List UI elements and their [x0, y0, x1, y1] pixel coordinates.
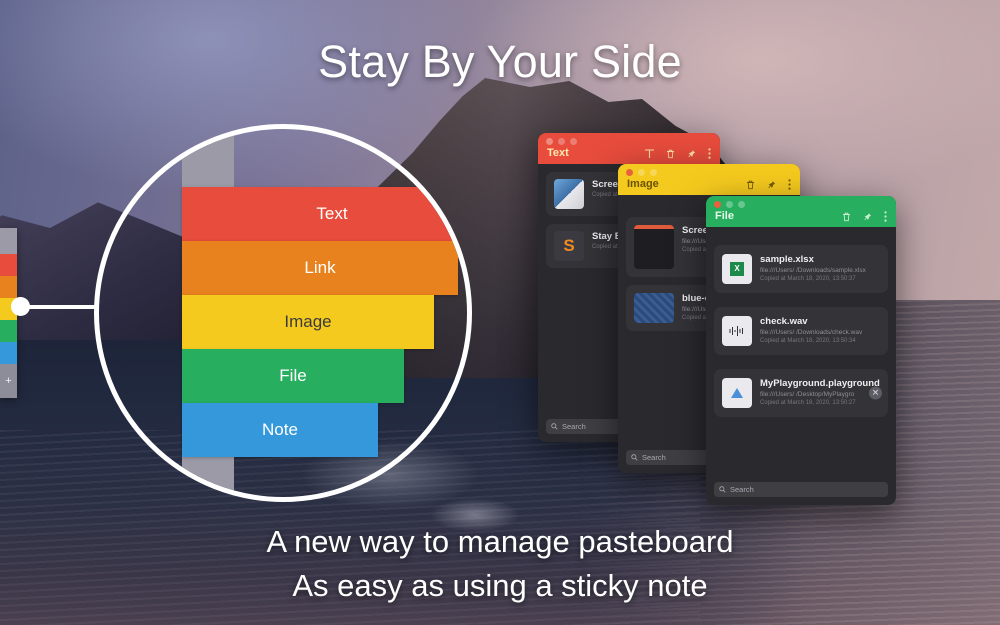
item-title: MyPlayground.playground — [760, 378, 880, 389]
traffic-lights-file[interactable] — [714, 201, 745, 208]
minimize-button[interactable] — [638, 169, 645, 176]
edge-tab-text[interactable] — [0, 254, 17, 276]
close-button[interactable] — [714, 201, 721, 208]
magnifier-content: Text Link Image File Note — [99, 129, 467, 497]
magnified-tab-link-label: Link — [304, 258, 336, 277]
item-text: check.wav file:///Users/ /Downloads/chec… — [760, 316, 880, 344]
magnifier-connector-line — [22, 305, 98, 309]
page-title: Stay By Your Side — [318, 36, 682, 87]
item-title: check.wav — [760, 316, 808, 327]
magnified-tab-note-label: Note — [262, 420, 298, 439]
edge-tab-file[interactable] — [0, 320, 17, 342]
search-icon — [631, 454, 638, 461]
magnified-tab-text-label: Text — [316, 204, 348, 223]
zoom-button[interactable] — [738, 201, 745, 208]
edge-strip-cap — [0, 228, 17, 254]
item-path: file:///Users/ /Downloads/sample.xlsx — [760, 267, 866, 274]
list-item[interactable]: MyPlayground.playground file:///Users/ /… — [714, 369, 888, 417]
playground-icon — [731, 388, 743, 398]
window-body-file: File X sample.xlsx file:///Users/ /Downl… — [706, 196, 896, 505]
trash-icon[interactable] — [746, 180, 755, 190]
item-date: Copied at March 18, 2020, 13:50:37 — [760, 276, 856, 282]
search-placeholder: Search — [562, 422, 586, 431]
tagline-block: A new way to manage pasteboard As easy a… — [0, 520, 1000, 608]
toolbar-image[interactable] — [746, 179, 791, 190]
magnifier-connector-dot — [11, 297, 30, 316]
minimize-button[interactable] — [726, 201, 733, 208]
titlebar-file[interactable]: File — [706, 196, 896, 227]
trash-icon[interactable] — [666, 149, 675, 159]
magnified-tab-image-label: Image — [284, 312, 332, 331]
magnified-tab-link[interactable]: Link — [182, 241, 458, 295]
list-item[interactable]: X sample.xlsx file:///Users/ /Downloads/… — [714, 245, 888, 293]
add-tab-button[interactable]: + — [0, 364, 17, 398]
zoom-button[interactable] — [650, 169, 657, 176]
more-icon[interactable] — [788, 179, 791, 190]
magnified-tab-note[interactable]: Note — [182, 403, 378, 457]
item-text: sample.xlsx file:///Users/ /Downloads/sa… — [760, 254, 880, 282]
item-date: Copied at March 18, 2020, 13:50:34 — [760, 338, 856, 344]
thumbnail: S — [554, 231, 584, 261]
traffic-lights-image[interactable] — [626, 169, 657, 176]
traffic-lights-text[interactable] — [546, 138, 577, 145]
trash-icon[interactable] — [842, 212, 851, 222]
toolbar-text[interactable] — [645, 148, 711, 159]
pin-icon[interactable] — [767, 180, 776, 190]
thumbnail — [554, 179, 584, 209]
xlsx-badge: X — [730, 262, 744, 276]
tagline-line-1: A new way to manage pasteboard — [266, 524, 734, 559]
list-item[interactable]: check.wav file:///Users/ /Downloads/chec… — [714, 307, 888, 355]
item-path: file:///Users/ /Desktop/MyPlaygro — [760, 391, 855, 398]
window-title-image: Image — [627, 178, 659, 190]
zoom-button[interactable] — [570, 138, 577, 145]
file-icon-wav — [722, 316, 752, 346]
magnified-tab-text[interactable]: Text — [182, 187, 467, 241]
thumbnail — [634, 293, 674, 323]
titlebar-text[interactable]: Text — [538, 133, 720, 164]
search-icon — [551, 423, 558, 430]
toolbar-file[interactable] — [842, 211, 887, 222]
remove-item-button[interactable]: ✕ — [869, 386, 882, 400]
item-date: Copied at March 18, 2020, 13:50:27 — [760, 400, 856, 406]
window-title-text: Text — [547, 147, 569, 159]
minimize-button[interactable] — [558, 138, 565, 145]
search-placeholder: Search — [730, 485, 754, 494]
item-text: MyPlayground.playground file:///Users/ /… — [760, 378, 880, 406]
magnified-tab-list: Text Link Image File Note — [182, 187, 467, 457]
font-icon[interactable] — [645, 148, 654, 159]
file-icon-playground — [722, 378, 752, 408]
window-title-file: File — [715, 210, 734, 222]
file-icon-xlsx: X — [722, 254, 752, 284]
more-icon[interactable] — [708, 148, 711, 159]
more-icon[interactable] — [884, 211, 887, 222]
edge-tab-link[interactable] — [0, 276, 17, 298]
search-input[interactable]: Search — [714, 482, 888, 497]
search-placeholder: Search — [642, 453, 666, 462]
thumbnail — [634, 225, 674, 269]
tagline-line-2: As easy as using a sticky note — [292, 568, 708, 603]
pasteboard-window-file[interactable]: File X sample.xlsx file:///Users/ /Downl… — [706, 196, 896, 505]
close-button[interactable] — [626, 169, 633, 176]
edge-tab-note[interactable] — [0, 342, 17, 364]
magnified-tab-file[interactable]: File — [182, 349, 404, 403]
magnifier-callout: Text Link Image File Note — [94, 124, 472, 502]
pin-icon[interactable] — [863, 212, 872, 222]
waveform-icon — [729, 326, 743, 336]
titlebar-image[interactable]: Image — [618, 164, 800, 195]
item-list-file: X sample.xlsx file:///Users/ /Downloads/… — [706, 227, 896, 425]
magnified-tab-image[interactable]: Image — [182, 295, 434, 349]
magnified-tab-file-label: File — [279, 366, 307, 385]
item-path: file:///Users/ /Downloads/check.wav — [760, 329, 863, 336]
search-icon — [719, 486, 726, 493]
close-button[interactable] — [546, 138, 553, 145]
pin-icon[interactable] — [687, 149, 696, 159]
item-title: sample.xlsx — [760, 254, 814, 265]
